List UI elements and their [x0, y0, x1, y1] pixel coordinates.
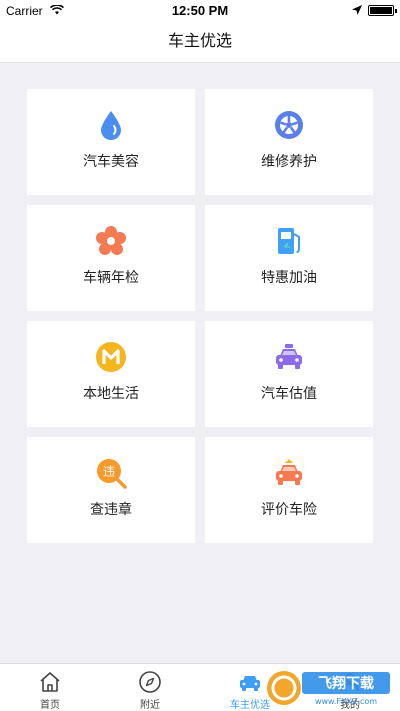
service-label: 车辆年检 — [83, 269, 139, 285]
status-bar: Carrier 12:50 PM — [0, 0, 400, 20]
water-drop-icon — [101, 111, 121, 140]
nav-bar: 车主优选 — [0, 20, 400, 63]
tab-home[interactable]: 首页 — [0, 664, 100, 711]
service-card-insurance-review[interactable]: 评价车险 — [205, 437, 373, 543]
insurance-car-icon — [276, 459, 302, 485]
m-badge-icon — [96, 342, 126, 372]
service-card-car-valuation[interactable]: 汽车估值 — [205, 321, 373, 427]
fuel-pump-icon — [278, 228, 300, 254]
flower-badge-icon — [96, 226, 126, 255]
car-icon — [276, 344, 302, 369]
service-card-annual-inspection[interactable]: 车辆年检 — [27, 205, 195, 311]
tab-bar: 首页 附近 车主优选 我的 飞翔下载 www.FXXZ.com — [0, 663, 400, 711]
service-card-fuel-discount[interactable]: 特惠加油 — [205, 205, 373, 311]
service-label: 评价车险 — [261, 501, 317, 517]
service-card-violation-check[interactable]: 违 查违章 — [27, 437, 195, 543]
battery-icon — [368, 5, 397, 16]
tab-label: 附近 — [140, 700, 160, 711]
home-icon — [40, 672, 60, 692]
site-watermark-logo: 飞翔下载 www.FXXZ.com — [267, 671, 390, 706]
watermark-url: www.FXXZ.com — [315, 697, 377, 706]
watermark-text: 飞翔下载 — [318, 675, 374, 692]
wheel-icon — [275, 111, 303, 139]
service-label: 查违章 — [90, 501, 132, 517]
service-label: 本地生活 — [83, 385, 139, 401]
violation-icon-glyph: 违 — [103, 465, 115, 479]
page-title: 车主优选 — [167, 33, 232, 50]
car-icon — [240, 676, 260, 691]
service-card-car-beauty[interactable]: 汽车美容 — [27, 89, 195, 195]
tab-label: 首页 — [40, 700, 60, 711]
tab-nearby[interactable]: 附近 — [100, 664, 200, 711]
service-card-local-life[interactable]: 本地生活 — [27, 321, 195, 427]
service-label: 汽车估值 — [261, 385, 317, 401]
service-label: 汽车美容 — [83, 153, 139, 169]
service-card-maintenance[interactable]: 维修养护 — [205, 89, 373, 195]
location-arrow-icon — [352, 5, 362, 15]
service-label: 特惠加油 — [261, 269, 317, 285]
violation-search-icon: 违 — [97, 459, 127, 489]
service-label: 维修养护 — [261, 153, 317, 169]
status-time: 12:50 PM — [171, 3, 229, 18]
compass-icon — [139, 671, 161, 693]
